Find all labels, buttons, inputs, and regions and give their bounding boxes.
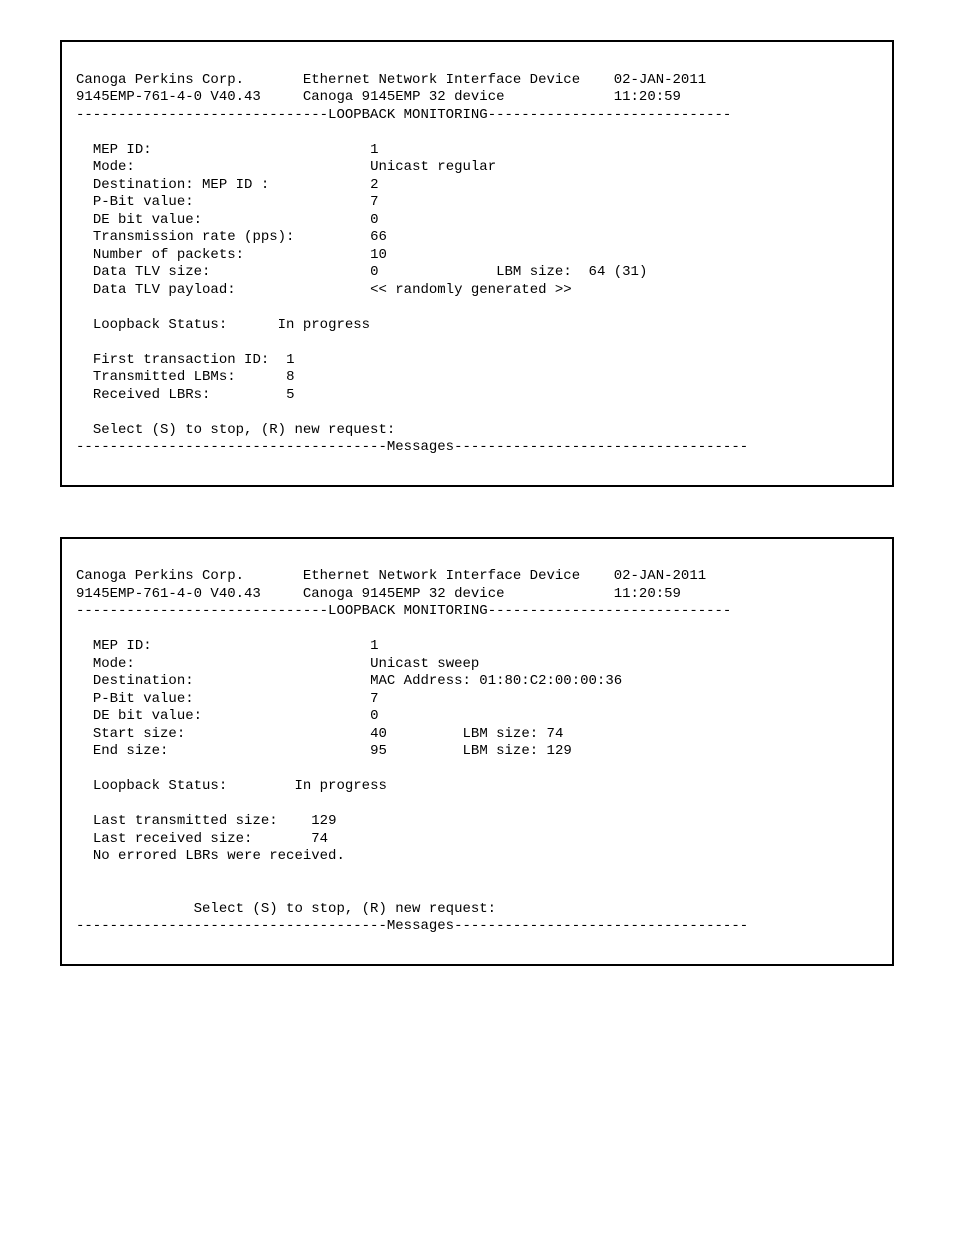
rxlbr-label: Received LBRs:: [93, 387, 211, 403]
noerr: No errored LBRs were received.: [93, 848, 345, 864]
firsttx-value: 1: [286, 352, 294, 368]
terminal-screen-1: Canoga Perkins Corp. Ethernet Network In…: [60, 40, 894, 487]
tlvpayload-label: Data TLV payload:: [93, 282, 236, 298]
divider-right: -----------------------------: [488, 603, 732, 619]
startsize-label: Start size:: [93, 726, 185, 742]
msg-divider-left: -------------------------------------: [76, 439, 387, 455]
msg-title: Messages: [387, 439, 454, 455]
lbmsize-label: LBM size:: [496, 264, 572, 280]
device: Canoga 9145EMP 32 device: [303, 586, 505, 602]
prompt[interactable]: Select (S) to stop, (R) new request:: [194, 901, 496, 917]
company: Canoga Perkins Corp.: [76, 568, 244, 584]
numpkts-label: Number of packets:: [93, 247, 244, 263]
status-label: Loopback Status:: [93, 778, 227, 794]
msg-title: Messages: [387, 918, 454, 934]
device: Canoga 9145EMP 32 device: [303, 89, 505, 105]
debit-label: DE bit value:: [93, 212, 202, 228]
divider-left: ------------------------------: [76, 107, 328, 123]
model: 9145EMP-761-4-0 V40.43: [76, 89, 261, 105]
startsize-value: 40: [370, 726, 387, 742]
model: 9145EMP-761-4-0 V40.43: [76, 586, 261, 602]
section-title: LOOPBACK MONITORING: [328, 603, 488, 619]
section-title: LOOPBACK MONITORING: [328, 107, 488, 123]
mep-id-label: MEP ID:: [93, 142, 152, 158]
startsize-lbm-label: LBM size:: [463, 726, 539, 742]
status-label: Loopback Status:: [93, 317, 227, 333]
date: 02-JAN-2011: [614, 568, 706, 584]
endsize-value: 95: [370, 743, 387, 759]
mode-label: Mode:: [93, 656, 135, 672]
firsttx-label: First transaction ID:: [93, 352, 269, 368]
txlbm-label: Transmitted LBMs:: [93, 369, 236, 385]
debit-value: 0: [370, 708, 378, 724]
debit-label: DE bit value:: [93, 708, 202, 724]
rxlbr-value: 5: [286, 387, 294, 403]
status-value: In progress: [278, 317, 370, 333]
pbit-value: 7: [370, 691, 378, 707]
txrate-label: Transmission rate (pps):: [93, 229, 295, 245]
title: Ethernet Network Interface Device: [303, 568, 580, 584]
prompt[interactable]: Select (S) to stop, (R) new request:: [93, 422, 395, 438]
lasttx-label: Last transmitted size:: [93, 813, 278, 829]
numpkts-value: 10: [370, 247, 387, 263]
destination-value: 2: [370, 177, 378, 193]
msg-divider-right: -----------------------------------: [454, 439, 748, 455]
debit-value: 0: [370, 212, 378, 228]
endsize-label: End size:: [93, 743, 169, 759]
lbmsize-value: 64 (31): [589, 264, 648, 280]
terminal-screen-2: Canoga Perkins Corp. Ethernet Network In…: [60, 537, 894, 966]
tlvpayload-value: << randomly generated >>: [370, 282, 572, 298]
tlvsize-value: 0: [370, 264, 378, 280]
endsize-lbm-value: 129: [547, 743, 572, 759]
lastrx-value: 74: [311, 831, 328, 847]
destination-label: Destination: MEP ID :: [93, 177, 269, 193]
mode-value: Unicast sweep: [370, 656, 479, 672]
mep-id-label: MEP ID:: [93, 638, 152, 654]
time: 11:20:59: [614, 586, 681, 602]
destination-label: Destination:: [93, 673, 194, 689]
lasttx-value: 129: [311, 813, 336, 829]
mep-id-value: 1: [370, 638, 378, 654]
divider-right: -----------------------------: [488, 107, 732, 123]
tlvsize-label: Data TLV size:: [93, 264, 211, 280]
mep-id-value: 1: [370, 142, 378, 158]
endsize-lbm-label: LBM size:: [463, 743, 539, 759]
title: Ethernet Network Interface Device: [303, 72, 580, 88]
pbit-value: 7: [370, 194, 378, 210]
msg-divider-left: -------------------------------------: [76, 918, 387, 934]
startsize-lbm-value: 74: [547, 726, 564, 742]
divider-left: ------------------------------: [76, 603, 328, 619]
date: 02-JAN-2011: [614, 72, 706, 88]
company: Canoga Perkins Corp.: [76, 72, 244, 88]
status-value: In progress: [294, 778, 386, 794]
pbit-label: P-Bit value:: [93, 691, 194, 707]
destination-value: MAC Address: 01:80:C2:00:00:36: [370, 673, 622, 689]
pbit-label: P-Bit value:: [93, 194, 194, 210]
txrate-value: 66: [370, 229, 387, 245]
time: 11:20:59: [614, 89, 681, 105]
lastrx-label: Last received size:: [93, 831, 253, 847]
txlbm-value: 8: [286, 369, 294, 385]
msg-divider-right: -----------------------------------: [454, 918, 748, 934]
mode-label: Mode:: [93, 159, 135, 175]
mode-value: Unicast regular: [370, 159, 496, 175]
